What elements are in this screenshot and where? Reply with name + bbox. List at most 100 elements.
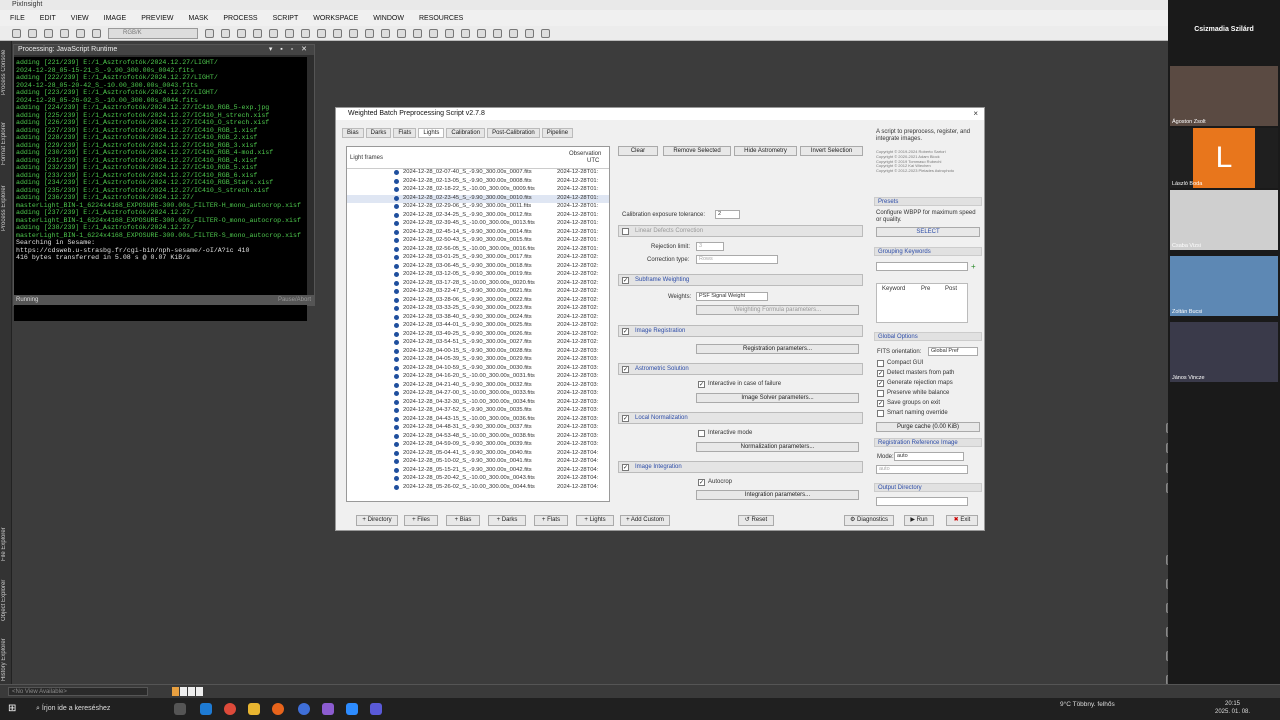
table-row[interactable]: 2024-12-28_03-28-06_S_-9.90_300.00s_0022… (347, 297, 609, 306)
curves-icon[interactable] (461, 28, 470, 38)
tab-file-explorer[interactable]: File Explorer (1, 511, 11, 561)
table-row[interactable]: 2024-12-28_03-01-25_S_-9.90_300.00s_0017… (347, 254, 609, 263)
fits-orientation-select[interactable]: Global Pref (928, 347, 978, 356)
keyword-input[interactable] (876, 262, 968, 271)
correction-type-select[interactable]: Rows (696, 255, 778, 264)
tab-process-console[interactable]: Process Console (1, 45, 11, 95)
light-frames-list[interactable]: Light frames Observation UTC 2024-12-28_… (346, 146, 610, 502)
tab-process-explorer[interactable]: Process Explorer (1, 171, 11, 231)
fits-header-icon[interactable] (493, 28, 502, 38)
tab-pipeline[interactable]: Pipeline (541, 128, 574, 138)
table-row[interactable]: 2024-12-28_04-10-59_S_-9.90_300.00s_0030… (347, 365, 609, 374)
channel-b-icon[interactable] (413, 28, 422, 38)
table-row[interactable]: 2024-12-28_02-34-25_S_-9.90_300.00s_0012… (347, 212, 609, 221)
select-preset-button[interactable]: SELECT (876, 227, 980, 237)
image-registration-section[interactable]: ✓ Image Registration (618, 325, 863, 337)
image-registration-checkbox[interactable]: ✓ (622, 328, 629, 335)
clock[interactable]: 20:15 2025. 01. 08. (1215, 700, 1250, 716)
subframe-weighting-checkbox[interactable]: ✓ (622, 277, 629, 284)
table-row[interactable]: 2024-12-28_02-39-45_S_-10.00_300.00s_001… (347, 220, 609, 229)
option-checkbox[interactable] (877, 390, 884, 397)
table-row[interactable]: 2024-12-28_02-29-06_S_-9.90_300.00s_0011… (347, 203, 609, 212)
hist-icon[interactable] (445, 28, 454, 38)
swatch-icon[interactable] (196, 687, 203, 696)
tab-calibration[interactable]: Calibration (446, 128, 486, 138)
add-files-button[interactable]: + Files (404, 515, 438, 526)
tab-post-calibration[interactable]: Post-Calibration (487, 128, 540, 138)
table-row[interactable]: 2024-12-28_03-33-25_S_-9.90_300.00s_0023… (347, 305, 609, 314)
table-row[interactable]: 2024-12-28_03-44-01_S_-9.90_300.00s_0025… (347, 322, 609, 331)
grouping-keywords-section[interactable]: Grouping Keywords (874, 247, 982, 256)
edge-icon[interactable] (200, 703, 212, 715)
readout-icon[interactable] (253, 28, 262, 38)
pan-icon[interactable] (237, 28, 246, 38)
file-explorer-icon[interactable] (248, 703, 260, 715)
table-row[interactable]: 2024-12-28_04-21-40_S_-9.90_300.00s_0032… (347, 382, 609, 391)
swatch-icon[interactable] (188, 687, 195, 696)
menu-view[interactable]: VIEW (71, 15, 89, 22)
menu-window[interactable]: WINDOW (373, 15, 404, 22)
table-row[interactable]: 2024-12-28_05-20-42_S_-10.00_300.00s_004… (347, 475, 609, 484)
image-integration-section[interactable]: ✓ Image Integration (618, 461, 863, 473)
task-view-icon[interactable] (174, 703, 186, 715)
remove-selected-button[interactable]: Remove Selected (663, 146, 731, 156)
menu-script[interactable]: SCRIPT (273, 15, 299, 22)
zoom-out-icon[interactable] (285, 28, 294, 38)
invert-selection-button[interactable]: Invert Selection (800, 146, 863, 156)
linear-defects-section[interactable]: Linear Defects Correction (618, 225, 863, 237)
menu-process[interactable]: PROCESS (223, 15, 257, 22)
table-row[interactable]: 2024-12-28_04-05-39_S_-9.90_300.00s_0029… (347, 356, 609, 365)
table-row[interactable]: 2024-12-28_04-43-15_S_-10.00_300.00s_003… (347, 416, 609, 425)
zoom-icon[interactable] (346, 703, 358, 715)
fit-icon[interactable] (221, 28, 230, 38)
browser-icon[interactable] (298, 703, 310, 715)
tab-object-explorer[interactable]: Object Explorer (1, 566, 11, 621)
participant-tile[interactable]: Csaba Vizsi (1170, 190, 1278, 250)
menu-preview[interactable]: PREVIEW (141, 15, 173, 22)
app-icon[interactable] (322, 703, 334, 715)
swatch-icon[interactable] (180, 687, 187, 696)
table-row[interactable]: 2024-12-28_04-48-31_S_-9.90_300.00s_0037… (347, 424, 609, 433)
undo-icon[interactable] (12, 28, 21, 38)
menu-resources[interactable]: RESOURCES (419, 15, 463, 22)
redo-all-icon[interactable] (60, 28, 69, 38)
option-checkbox[interactable]: ✓ (877, 400, 884, 407)
tab-flats[interactable]: Flats (393, 128, 417, 138)
table-row[interactable]: 2024-12-28_04-16-20_S_-10.00_300.00s_003… (347, 373, 609, 382)
undo-all-icon[interactable] (44, 28, 53, 38)
image-solver-params-button[interactable]: Image Solver parameters... (696, 393, 859, 403)
weighting-formula-button[interactable]: Weighting Formula parameters... (696, 305, 859, 315)
firefox-icon[interactable] (272, 703, 284, 715)
hide-astrometry-button[interactable]: Hide Astrometry (734, 146, 797, 156)
interactive-mode-checkbox[interactable] (698, 430, 705, 437)
menu-file[interactable]: FILE (10, 15, 25, 22)
clear-button[interactable]: Clear (618, 146, 658, 156)
pixinsight-icon[interactable] (370, 703, 382, 715)
mode-select[interactable]: auto (894, 452, 964, 461)
table-row[interactable]: 2024-12-28_03-06-45_S_-9.90_300.00s_0018… (347, 263, 609, 272)
table-row[interactable]: 2024-12-28_02-13-05_S_-9.90_300.00s_0008… (347, 178, 609, 187)
tab-format-explorer[interactable]: Format Explorer (1, 105, 11, 165)
linear-defects-checkbox[interactable] (622, 228, 629, 235)
lum-icon[interactable] (429, 28, 438, 38)
table-row[interactable]: 2024-12-28_05-10-02_S_-9.90_300.00s_0041… (347, 458, 609, 467)
registration-params-button[interactable]: Registration parameters... (696, 344, 859, 354)
mask-icon[interactable] (349, 28, 358, 38)
option-checkbox[interactable]: ✓ (877, 370, 884, 377)
output-directory-input[interactable] (876, 497, 968, 506)
participant-tile[interactable]: Ágoston Zsolt (1170, 66, 1278, 126)
status-tools[interactable] (172, 687, 212, 696)
local-normalization-section[interactable]: ✓ Local Normalization (618, 412, 863, 424)
channel-select[interactable]: RGB/K (108, 27, 198, 39)
tab-darks[interactable]: Darks (365, 128, 392, 138)
participant-tile[interactable]: Zoltán Bucsi (1170, 256, 1278, 316)
table-row[interactable]: 2024-12-28_04-00-15_S_-9.90_300.00s_0028… (347, 348, 609, 357)
image-integration-checkbox[interactable]: ✓ (622, 464, 629, 471)
stf-icon[interactable] (365, 28, 374, 38)
channel-g-icon[interactable] (397, 28, 406, 38)
weights-select[interactable]: PSF Signal Weight (696, 292, 768, 301)
add-custom-button[interactable]: + Add Custom (620, 515, 670, 526)
stats-icon[interactable] (477, 28, 486, 38)
normalization-params-button[interactable]: Normalization parameters... (696, 442, 859, 452)
table-row[interactable]: 2024-12-28_02-23-45_S_-9.90_300.00s_0010… (347, 194, 609, 203)
